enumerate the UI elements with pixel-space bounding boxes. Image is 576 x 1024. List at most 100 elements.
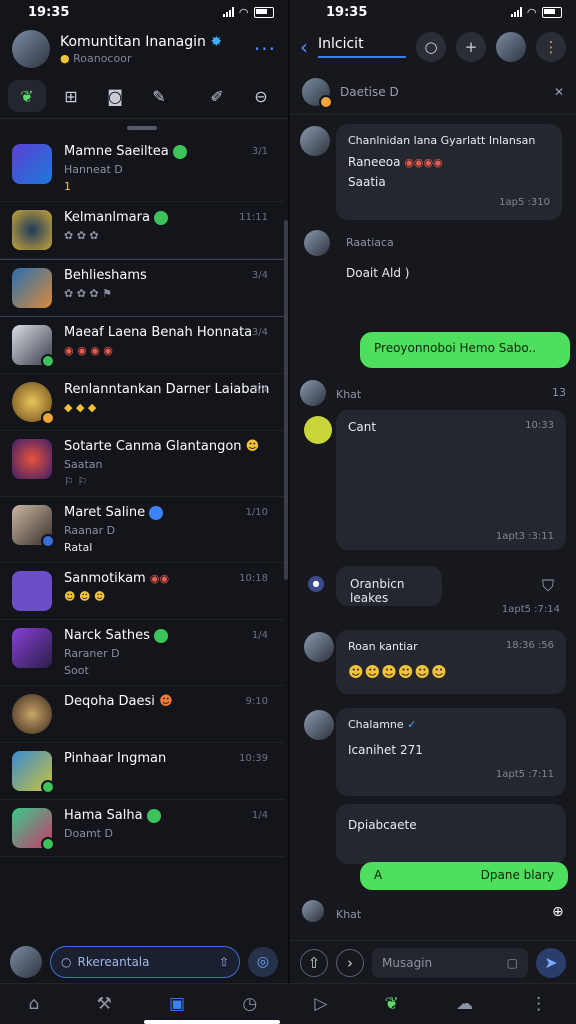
header-title-block: Komuntitan Inanagin ✸ ● Roanocoor [60, 34, 244, 65]
chat-preview: Saatan [64, 458, 103, 471]
drag-handle[interactable] [127, 126, 157, 130]
list-item[interactable]: Sanmotikam ◉◉ ☻ ☻ ☻ 10:18 [0, 563, 284, 620]
collapse-icon[interactable]: ✕ [554, 85, 564, 99]
clock-icon[interactable]: ◷ [242, 994, 257, 1014]
list-item[interactable]: Behlieshams ✿ ✿ ✿ ⚑ 3/4 [0, 259, 284, 317]
member-avatar [302, 78, 333, 109]
message-time: 1ap5 :310 [499, 197, 550, 208]
message-input[interactable]: Musagin ▢ [372, 947, 528, 978]
online-indicator-icon [41, 411, 55, 425]
attach-icon[interactable]: ⇧ [219, 955, 229, 969]
leaf-icon[interactable]: ❦ [8, 80, 46, 112]
conversation-title[interactable]: Inlcicit [318, 36, 406, 58]
camera-icon[interactable]: ▢ [507, 956, 518, 970]
message-sender: Khat [336, 388, 362, 401]
more-vertical-icon[interactable]: ⋮ [530, 994, 547, 1014]
message-avatar [304, 416, 332, 444]
list-item[interactable]: Narck Sathes Raraner D Soot 1/4 [0, 620, 284, 686]
grid-icon[interactable]: ⊞ [52, 80, 90, 112]
chat-name: Sotarte Canma Glantangon [64, 439, 242, 454]
camera-icon[interactable]: ◙ [96, 80, 134, 112]
list-item[interactable]: Mamne Saeiltea Hanneat D 1 3/1 [0, 136, 284, 202]
add-icon[interactable]: + [456, 32, 486, 62]
more-options-icon[interactable]: ··· [254, 37, 276, 61]
reaction-icons: ◉ ◉ ◉ ◉ [64, 344, 113, 357]
list-item[interactable]: Hama Salha Doamt D 1/4 [0, 800, 284, 857]
chat-thumbnail [12, 210, 52, 250]
next-icon[interactable]: › [336, 948, 364, 977]
message-text: Cant [348, 420, 377, 434]
system-icon: ● [308, 576, 324, 592]
tools-icon[interactable]: ⚒ [97, 994, 112, 1014]
leaf-icon[interactable]: ❦ [385, 994, 399, 1014]
message-bubble[interactable]: Oranbicn leakes [336, 566, 442, 606]
chat-thumbnail [12, 144, 52, 184]
list-item[interactable]: Deqoha Daesi ☻ 9:10 [0, 686, 284, 743]
play-icon[interactable]: ▷ [314, 994, 327, 1014]
home-icon[interactable]: ⌂ [29, 994, 40, 1014]
reaction-icons: ⚐ ⚐ [64, 475, 88, 488]
search-icon[interactable]: ○ [416, 32, 446, 62]
message-sender: Chalamne [348, 718, 404, 731]
send-icon[interactable]: ➤ [536, 947, 566, 978]
pencil-icon[interactable]: ✎ [140, 80, 178, 112]
list-item[interactable]: Maret Saline Raanar D Ratal 1/10 [0, 497, 284, 563]
chat-preview: Hanneat D [64, 163, 123, 176]
shield-icon[interactable]: ⛉ [542, 576, 554, 596]
online-indicator-icon [41, 354, 55, 368]
chat-time: 9:10 [245, 696, 268, 707]
left-header: Komuntitan Inanagin ✸ ● Roanocoor ··· [0, 24, 288, 74]
reaction-icons: ◉◉◉◉ [404, 156, 443, 169]
message-sender: Raatiaca [346, 236, 394, 249]
outgoing-bubble[interactable]: Preoyonnoboi Hemo Sabo.. [360, 332, 570, 368]
zoom-icon[interactable]: ⊕ [552, 904, 564, 920]
list-item[interactable]: Pinhaar Ingman 10:39 [0, 743, 284, 800]
user-avatar[interactable] [10, 946, 42, 978]
search-input[interactable]: ○ Rkereantala ⇧ [50, 946, 240, 978]
message-bubble[interactable]: Chalamne ✓ Icanihet 271 1apt5 :7:11 [336, 708, 566, 796]
mic-icon[interactable]: ◎ [248, 947, 278, 977]
message-title: Chanlnidan lana Gyarlatt Inlansan [348, 134, 536, 147]
message-text: Preoyonnoboi Hemo Sabo.. [374, 341, 537, 355]
message-bubble[interactable]: Chanlnidan lana Gyarlatt Inlansan Raneeo… [336, 124, 562, 220]
chat-thumbnail [12, 628, 52, 668]
list-item[interactable]: Renlanntankan Darner Laiabain ◆ ◆ ◆ 3/4 [0, 374, 284, 431]
chat-time: 1/4 [251, 630, 268, 641]
list-item[interactable]: Kelmanlmara ✿ ✿ ✿ 11:11 [0, 202, 284, 259]
outgoing-bubble[interactable]: A Dpane blary [360, 862, 568, 890]
conversation-header: ‹ Inlcicit ○ + ⋮ [290, 24, 576, 70]
message-avatar [304, 710, 334, 740]
left-compose-bar: ○ Rkereantala ⇧ ◎ [0, 940, 288, 984]
profile-avatar[interactable] [12, 30, 50, 68]
chat-time: 10:18 [239, 573, 268, 584]
message-bubble[interactable]: Dpiabcaete [336, 804, 566, 864]
conversation-pane: 19:35 ◠ ‹ Inlcicit ○ + ⋮ Daetise D ✕ Cha… [290, 0, 576, 1024]
chat-time: 3/4 [251, 270, 268, 281]
unread-badge-icon [146, 808, 161, 823]
upload-icon[interactable]: ⇧ [300, 948, 328, 977]
edit-icon[interactable]: ✐ [198, 80, 236, 112]
status-bar: 19:35 ◠ [290, 0, 576, 24]
list-item[interactable]: Maeaf Laena Benah Honnata ◉ ◉ ◉ ◉ 3/4 [0, 317, 284, 374]
community-subtitle: Roanocoor [73, 51, 132, 65]
chat-tab-icon[interactable]: ▣ [169, 994, 185, 1014]
chat-time: 3/4 [251, 327, 268, 338]
chat-time: 11:11 [239, 212, 268, 223]
chat-thumbnail [12, 268, 52, 308]
emoji-icon: ☻ [159, 694, 173, 709]
cloud-icon[interactable]: ☁ [456, 994, 473, 1014]
menu-circle-icon[interactable]: ⊖ [242, 80, 280, 112]
online-indicator-icon [41, 837, 55, 851]
verified-icon: ✓ [407, 718, 417, 731]
back-icon[interactable]: ‹ [300, 35, 308, 59]
message-bubble[interactable]: Cant 10:33 1apt3 :3:11 [336, 410, 566, 550]
contact-avatar[interactable] [496, 32, 526, 62]
chat-name: Maret Saline [64, 505, 146, 520]
reaction-icons: ◆ ◆ ◆ [64, 401, 97, 414]
list-item[interactable]: Sotarte Canma Glantangon ☻ Saatan ⚐ ⚐ [0, 431, 284, 497]
message-bubble[interactable]: Roan kantiar 18:36 :56 ☻☻☻☻☻☻ [336, 630, 566, 694]
message-time: 13 [552, 386, 566, 399]
wifi-icon: ◠ [527, 5, 536, 19]
message-sender: Khat [336, 908, 362, 921]
more-icon[interactable]: ⋮ [536, 32, 566, 62]
